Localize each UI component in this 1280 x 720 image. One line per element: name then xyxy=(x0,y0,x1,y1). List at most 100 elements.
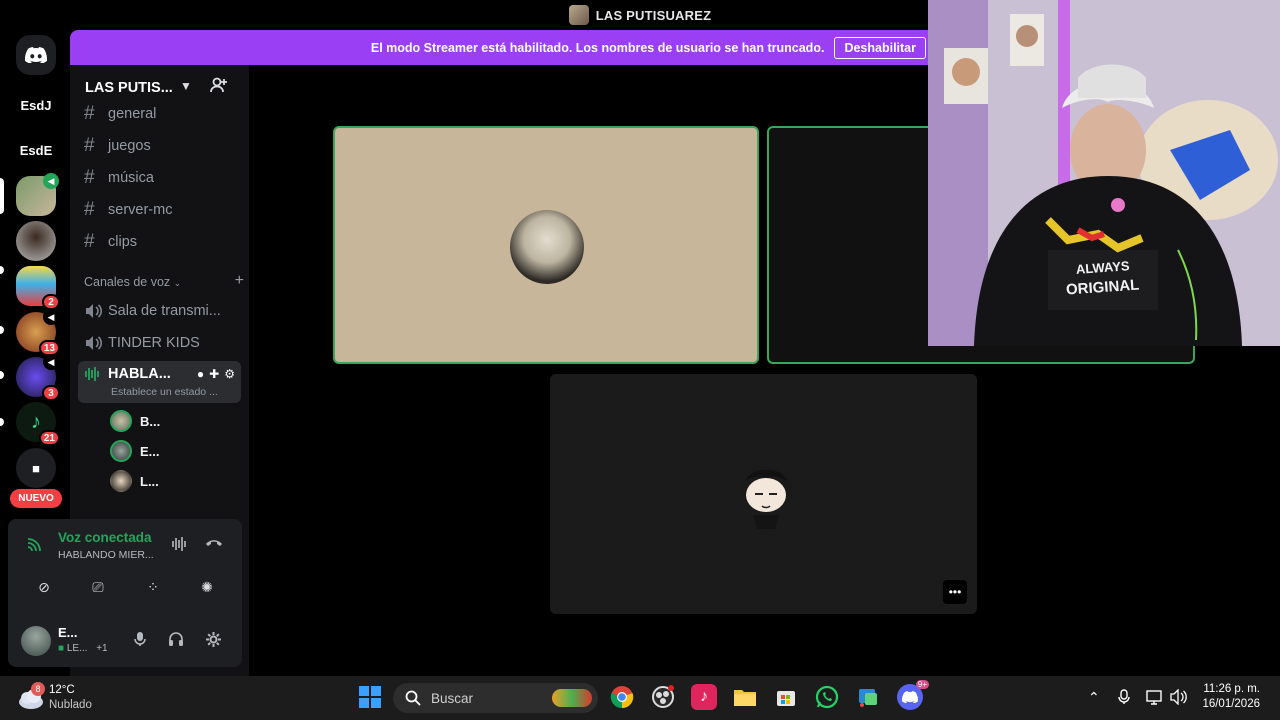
voice-connection-panel: Voz conectada HABLANDO MIER... xyxy=(8,519,242,571)
disable-streamer-button[interactable]: Deshabilitar xyxy=(834,36,926,59)
voice-activity-icon xyxy=(84,366,106,382)
search-highlight-icon xyxy=(552,689,592,707)
server-icon-esde[interactable]: EsdE xyxy=(16,130,56,170)
chat-bubble-icon[interactable]: ● xyxy=(197,367,204,381)
channel-label: server-mc xyxy=(108,202,173,218)
hash-icon: # xyxy=(84,135,95,156)
channel-label: HABLA... xyxy=(108,366,171,382)
chrome-icon[interactable] xyxy=(609,684,635,710)
soundboard-button[interactable]: ✺ xyxy=(187,573,227,601)
microphone-icon[interactable] xyxy=(1118,689,1130,708)
microsoft-store-icon[interactable] xyxy=(773,684,799,710)
channel-server-mc[interactable]: # server-mc xyxy=(78,196,241,224)
add-channel-icon[interactable]: + xyxy=(235,273,244,289)
server-folder-icon[interactable]: ■ xyxy=(16,448,56,488)
voice-active-icon: ◀ xyxy=(43,173,59,189)
channel-musica[interactable]: # música xyxy=(78,164,241,192)
avatar[interactable] xyxy=(21,626,51,656)
volume-icon[interactable] xyxy=(1169,688,1187,708)
apps-icon: ⁘ xyxy=(147,578,159,595)
microphone-icon[interactable] xyxy=(134,631,146,651)
avatar xyxy=(110,440,132,462)
gear-icon[interactable]: ⚙ xyxy=(224,367,235,381)
user-status: ■ LE... +1 xyxy=(58,643,108,654)
search-label: Buscar xyxy=(431,690,474,706)
window-title: LAS PUTISUAREZ xyxy=(595,7,712,23)
obs-icon[interactable] xyxy=(650,684,676,710)
channel-label: juegos xyxy=(108,138,151,154)
activities-button[interactable]: ⁘ xyxy=(133,573,173,601)
clock-date: 16/01/2026 xyxy=(1202,698,1260,710)
user-name: E... xyxy=(58,625,78,640)
server-icon-w[interactable]: ◀ 3 xyxy=(16,354,60,401)
gear-icon[interactable] xyxy=(205,631,222,652)
discord-taskbar-icon[interactable]: 9+ xyxy=(897,680,929,710)
unread-pill xyxy=(0,266,4,274)
channel-label: clips xyxy=(108,234,138,250)
unread-pill xyxy=(0,326,4,334)
noise-suppression-icon[interactable] xyxy=(171,536,189,555)
snipping-tool-icon[interactable] xyxy=(855,684,881,710)
discord-home-button[interactable] xyxy=(16,35,56,75)
streamer-mode-message: El modo Streamer está habilitado. Los no… xyxy=(370,40,825,55)
windows-logo-icon xyxy=(359,686,381,708)
user-status-extra: +1 xyxy=(96,643,108,654)
mention-badge: 3 xyxy=(42,385,60,401)
voice-connected-label: Voz conectada xyxy=(58,530,152,545)
server-icon-esdj[interactable]: EsdJ xyxy=(16,85,56,125)
speaker-icon xyxy=(84,335,106,351)
voice-channel-tinder-kids[interactable]: TINDER KIDS xyxy=(78,329,241,357)
server-icon-avatar[interactable] xyxy=(16,221,56,261)
more-options-button[interactable]: ••• xyxy=(943,580,967,604)
taskbar-search[interactable]: Buscar xyxy=(393,683,598,713)
voice-category-header[interactable]: Canales de voz ⌄ + xyxy=(84,273,244,290)
discord-logo-icon xyxy=(25,47,47,63)
disconnect-icon[interactable] xyxy=(204,535,224,551)
whatsapp-icon[interactable] xyxy=(814,684,840,710)
channel-clips[interactable]: # clips xyxy=(78,228,241,256)
streamer-mode-banner: El modo Streamer está habilitado. Los no… xyxy=(70,30,928,65)
participant-tile-speaking[interactable] xyxy=(333,126,759,364)
file-explorer-icon[interactable] xyxy=(732,684,758,710)
server-icon-green[interactable]: ♪ 21 xyxy=(16,402,60,446)
channel-label: TINDER KIDS xyxy=(108,335,200,351)
camera-off-button[interactable]: ⊘ xyxy=(24,573,64,601)
voice-channel-stream-room[interactable]: Sala de transmi... xyxy=(78,297,241,325)
channel-status[interactable]: Establece un estado ... xyxy=(111,386,218,398)
unread-pill xyxy=(0,371,4,379)
channel-juegos[interactable]: # juegos xyxy=(78,132,241,160)
voice-channel-name[interactable]: HABLANDO MIER... xyxy=(58,549,154,561)
server-icon-warm[interactable]: ◀ 13 xyxy=(16,309,60,356)
speaker-icon: ◀ xyxy=(43,354,59,370)
server-icon-colorful[interactable]: 2 xyxy=(16,266,60,310)
voice-user[interactable]: E... xyxy=(110,440,160,462)
weather-temperature: 12°C xyxy=(49,684,75,696)
start-button[interactable] xyxy=(357,684,383,710)
chevron-down-icon: ⌄ xyxy=(173,278,182,288)
server-icon-selected[interactable]: ◀ xyxy=(16,173,59,216)
new-badge: NUEVO xyxy=(10,489,62,508)
account-area: E... ■ LE... +1 xyxy=(8,616,242,664)
chevron-down-icon: ▼ xyxy=(180,79,192,93)
channel-general[interactable]: # general xyxy=(78,101,241,127)
invite-user-icon[interactable] xyxy=(210,77,228,97)
mention-badge: 21 xyxy=(38,430,60,446)
voice-channel-active[interactable]: HABLA... Establece un estado ... ● ✚ ⚙ xyxy=(78,361,241,403)
network-icon[interactable] xyxy=(1146,689,1162,708)
chevron-up-icon[interactable]: ⌃ xyxy=(1088,689,1100,706)
invite-user-icon[interactable]: ✚ xyxy=(209,367,219,381)
voice-user[interactable]: L... xyxy=(110,470,159,492)
share-screen-button[interactable]: ⎚ xyxy=(78,573,118,601)
weather-condition: Nublado xyxy=(49,699,92,711)
system-clock[interactable]: 11:26 p. m. 16/01/2026 xyxy=(1196,683,1260,710)
server-label: EsdJ xyxy=(20,97,52,113)
participant-tile[interactable]: ••• xyxy=(550,374,977,614)
voice-user-name: E... xyxy=(140,443,160,459)
server-thumbnail xyxy=(568,5,589,25)
mention-badge: 2 xyxy=(42,294,60,310)
tiktok-icon[interactable]: ♪ xyxy=(691,684,717,710)
signal-icon[interactable] xyxy=(26,537,42,556)
voice-user[interactable]: B... xyxy=(110,410,160,432)
avatar xyxy=(740,467,792,529)
headphones-icon[interactable] xyxy=(168,631,184,651)
